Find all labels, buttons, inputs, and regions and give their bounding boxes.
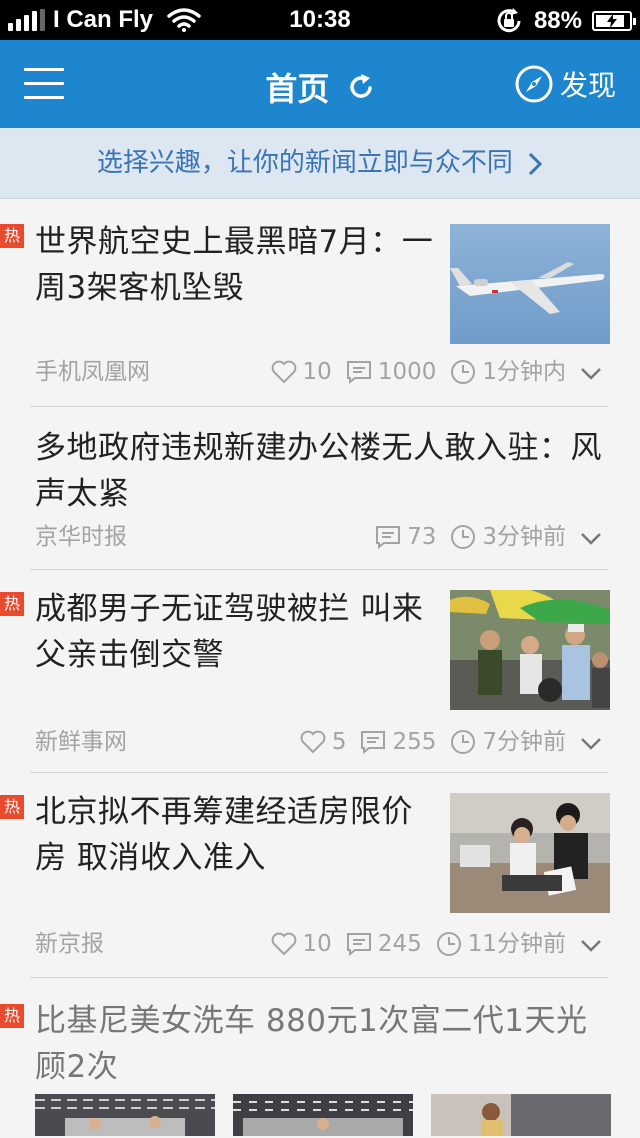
choose-interests-text: 选择兴趣，让你的新闻立即与众不同 [96, 148, 513, 178]
news-source: 手机凤凰网 [35, 359, 150, 385]
choose-interests-banner[interactable]: 选择兴趣，让你的新闻立即与众不同 [0, 128, 640, 199]
publish-time: 7分钟前 [482, 729, 566, 755]
heart-icon [300, 730, 326, 754]
comment-count: 1000 [377, 359, 437, 385]
news-title: 多地政府违规新建办公楼无人敢入驻：风 声太紧 [35, 425, 615, 517]
comment-count: 73 [407, 524, 437, 550]
news-title-line: 多地政府违规新建办公楼无人敢入驻：风 [35, 430, 602, 466]
news-title-line: 顾2次 [35, 1049, 119, 1085]
news-title: 北京拟不再筹建经适房限价 房 取消收入准入 [35, 789, 440, 881]
chevron-down-icon[interactable] [580, 732, 602, 754]
news-item[interactable]: 热 世界航空史上最黑暗7月：一 周3架客机坠毁 手机凤凰网 10 1000 1分… [0, 199, 640, 407]
news-title: 世界航空史上最黑暗7月：一 周3架客机坠毁 [35, 219, 440, 311]
clock-icon [451, 730, 476, 754]
news-title-line: 父亲击倒交警 [35, 637, 224, 673]
news-item[interactable]: 热 北京拟不再筹建经适房限价 房 取消收入准入 新京报 10 245 11分钟前 [0, 773, 640, 978]
chevron-down-icon[interactable] [580, 362, 602, 384]
gallery-image[interactable] [233, 1094, 413, 1136]
battery-percentage: 88% [533, 7, 582, 34]
chevron-down-icon[interactable] [580, 527, 602, 549]
heart-icon [271, 932, 296, 956]
people-sitting-photo [450, 793, 610, 913]
news-title: 成都男子无证驾驶被拦 叫来 父亲击倒交警 [35, 586, 440, 678]
news-thumbnail [450, 590, 610, 710]
news-title-line: 声太紧 [35, 476, 130, 512]
publish-time: 3分钟前 [482, 524, 566, 550]
heart-icon [271, 360, 296, 384]
hot-badge: 热 [0, 795, 24, 819]
discover-button[interactable]: 发现 [514, 64, 616, 104]
compass-icon [515, 65, 553, 103]
clock-icon [436, 932, 461, 956]
news-title-line: 比基尼美女洗车 880元1次富二代1天光 [35, 1003, 588, 1039]
like-count: 10 [302, 359, 332, 385]
news-title-line: 北京拟不再筹建经适房限价 [35, 794, 413, 830]
hot-badge: 热 [0, 224, 24, 248]
like-count: 5 [331, 729, 347, 755]
news-image-gallery [35, 1094, 611, 1136]
clock-icon [451, 525, 476, 549]
clock-icon [451, 360, 476, 384]
comment-icon [346, 361, 371, 384]
comment-icon [346, 933, 371, 956]
comment-count: 255 [392, 729, 437, 755]
hot-badge: 热 [0, 1004, 24, 1028]
news-title: 比基尼美女洗车 880元1次富二代1天光 顾2次 [35, 998, 615, 1090]
news-thumbnail [450, 224, 610, 344]
comment-count: 245 [377, 931, 422, 957]
comment-icon [361, 731, 386, 754]
refresh-icon[interactable] [347, 73, 375, 101]
airplane-photo [450, 224, 610, 344]
gallery-image[interactable] [35, 1094, 215, 1136]
discover-label: 发现 [559, 69, 616, 102]
news-meta: 新鲜事网 5 255 7分钟前 [35, 724, 608, 760]
rotation-lock-icon [497, 8, 521, 33]
news-thumbnail [450, 793, 610, 913]
navigation-bar: 首页 发现 [0, 40, 640, 128]
news-source: 新京报 [35, 931, 104, 957]
like-count: 10 [302, 931, 332, 957]
charging-bolt-icon [607, 14, 617, 28]
gallery-image[interactable] [431, 1094, 611, 1136]
comment-icon [376, 526, 401, 549]
news-meta: 新京报 10 245 11分钟前 [35, 926, 608, 962]
status-bar: I Can Fly 10:38 88% [0, 0, 640, 40]
news-meta: 京华时报 73 3分钟前 [35, 519, 608, 555]
publish-time: 11分钟前 [467, 931, 566, 957]
chevron-right-icon [529, 152, 543, 175]
page-title-text: 首页 [265, 70, 330, 108]
car-wash-photo-1 [35, 1094, 215, 1136]
news-item[interactable]: 热 成都男子无证驾驶被拦 叫来 父亲击倒交警 新鲜事网 5 255 7分钟前 [0, 570, 640, 773]
news-title-line: 成都男子无证驾驶被拦 叫来 [35, 591, 424, 627]
news-title-line: 世界航空史上最黑暗7月：一 [35, 224, 434, 260]
news-feed: 热 世界航空史上最黑暗7月：一 周3架客机坠毁 手机凤凰网 10 1000 1分… [0, 199, 640, 1138]
battery-icon [592, 11, 636, 31]
news-item[interactable]: 多地政府违规新建办公楼无人敢入驻：风 声太紧 京华时报 73 3分钟前 [0, 407, 640, 570]
hot-badge: 热 [0, 592, 24, 616]
chevron-down-icon[interactable] [580, 934, 602, 956]
news-title-line: 房 取消收入准入 [35, 840, 266, 876]
publish-time: 1分钟内 [482, 359, 566, 385]
car-wash-photo-3 [431, 1094, 611, 1136]
street-crowd-photo [450, 590, 610, 710]
news-source: 新鲜事网 [35, 729, 127, 755]
news-meta: 手机凤凰网 10 1000 1分钟内 [35, 354, 608, 390]
car-wash-photo-2 [233, 1094, 413, 1136]
news-title-line: 周3架客机坠毁 [35, 270, 245, 306]
news-source: 京华时报 [35, 524, 127, 550]
